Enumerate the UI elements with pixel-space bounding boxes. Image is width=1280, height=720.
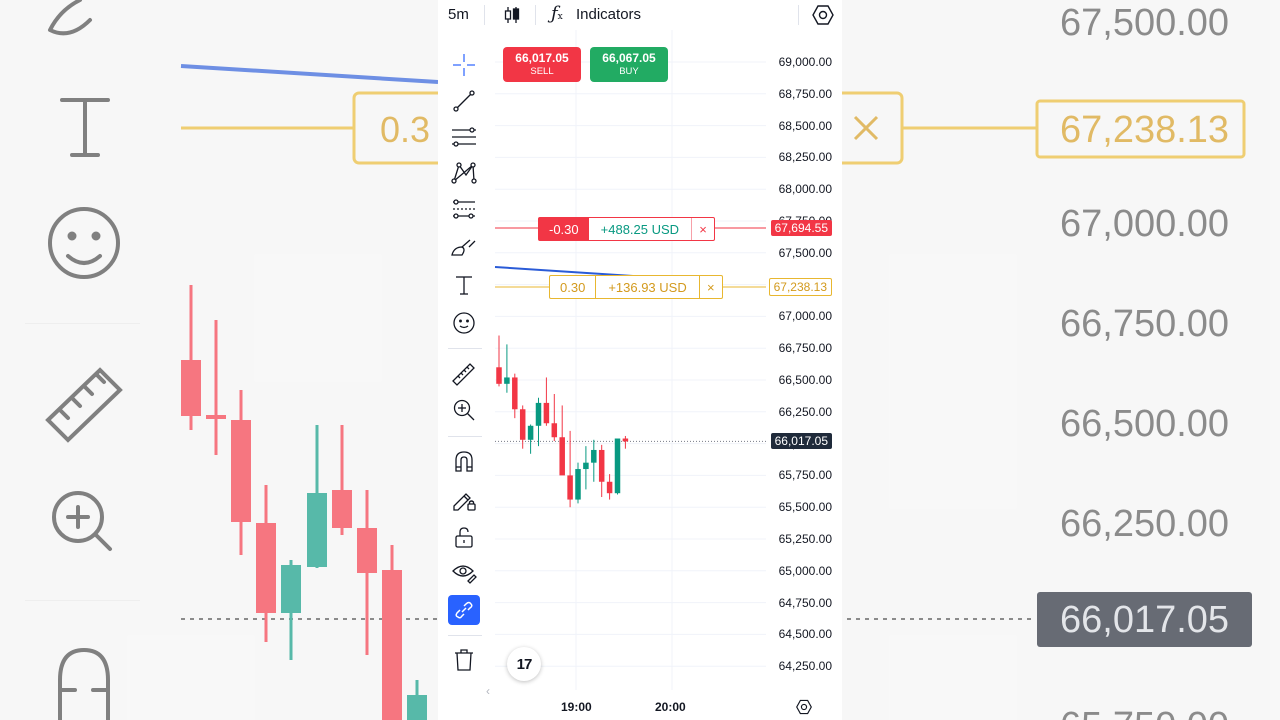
drawing-toolbar xyxy=(438,46,492,686)
position-quantity: -0.30 xyxy=(539,218,589,240)
divider xyxy=(448,348,482,349)
candle-body xyxy=(551,423,558,438)
price-axis-label: 65,250.00 xyxy=(778,532,832,546)
price-axis-label: 68,250.00 xyxy=(778,150,832,165)
crosshair-icon[interactable] xyxy=(448,50,480,80)
candle-body xyxy=(543,402,550,424)
long-position-price-tag: 67,238.13 xyxy=(768,278,832,296)
candle-body xyxy=(583,462,589,470)
axis-settings-icon[interactable] xyxy=(796,699,812,720)
candle-body xyxy=(598,449,605,482)
magnet-icon[interactable] xyxy=(448,446,480,476)
candle-body xyxy=(591,449,597,463)
text-icon[interactable] xyxy=(448,270,480,300)
projection-icon[interactable] xyxy=(448,194,480,224)
candle-body xyxy=(512,377,518,410)
close-icon[interactable]: × xyxy=(692,218,714,240)
price-axis-label: 64,500.00 xyxy=(778,627,832,642)
candle-body xyxy=(567,475,573,500)
candle-body xyxy=(535,402,542,426)
fib-icon[interactable] xyxy=(448,122,480,152)
price-axis-label: 66,750.00 xyxy=(778,341,832,356)
short-position-line[interactable]: -0.30 +488.25 USD × xyxy=(538,217,716,241)
price-axis-label: 64,750.00 xyxy=(778,595,832,610)
brush-icon[interactable] xyxy=(448,232,480,262)
price-axis-label: 68,750.00 xyxy=(778,86,832,101)
link-icon[interactable] xyxy=(448,595,480,625)
long-position-line[interactable]: 0.30 +136.93 USD × xyxy=(549,275,723,299)
candle-body xyxy=(519,409,526,440)
price-axis-label: 66,500.00 xyxy=(778,373,832,387)
close-icon[interactable]: × xyxy=(700,276,722,298)
price-chart[interactable] xyxy=(438,0,842,720)
price-axis-label: 65,750.00 xyxy=(778,468,832,483)
last-price-tag: 66,017.05 xyxy=(770,433,832,449)
price-axis-label: 68,500.00 xyxy=(778,118,832,133)
price-axis-label: 67,500.00 xyxy=(778,245,832,260)
price-axis-label: 69,000.00 xyxy=(778,55,832,69)
trash-icon[interactable] xyxy=(448,645,480,675)
candle-body xyxy=(496,367,502,384)
time-label: 19:00 xyxy=(561,700,592,714)
buy-price: 66,067.05 xyxy=(602,51,656,65)
zoom-in-icon[interactable] xyxy=(448,395,480,425)
price-axis-label: 66,250.00 xyxy=(778,404,832,419)
sell-label: SELL xyxy=(530,66,554,78)
candle-body xyxy=(606,481,613,494)
price-axis-label: 64,250.00 xyxy=(778,659,832,674)
sell-price: 66,017.05 xyxy=(515,51,569,65)
candle-body xyxy=(622,438,629,442)
position-pnl: +136.93 USD xyxy=(596,276,700,298)
ruler-icon[interactable] xyxy=(448,359,480,389)
divider xyxy=(448,436,482,437)
position-quantity: 0.30 xyxy=(550,276,597,298)
position-pnl: +488.25 USD xyxy=(589,218,693,240)
sell-button[interactable]: 66,017.05 SELL xyxy=(503,47,581,82)
price-axis-label: 65,500.00 xyxy=(778,500,832,515)
divider xyxy=(448,635,482,636)
candle-body xyxy=(559,437,565,476)
buy-button[interactable]: 66,067.05 BUY xyxy=(590,47,668,82)
lock-draw-icon[interactable] xyxy=(448,484,480,514)
trading-app: 5m ƒx Indicators 66,017.05 SELL 66,067.0… xyxy=(438,0,842,720)
time-label: 20:00 xyxy=(655,700,686,714)
trend-line-icon[interactable] xyxy=(448,86,480,116)
candle-body xyxy=(504,377,510,384)
unlock-icon[interactable] xyxy=(448,522,480,552)
candle-body xyxy=(527,425,534,440)
eye-icon[interactable] xyxy=(448,558,480,588)
scroll-left-icon[interactable]: ‹ xyxy=(486,684,490,698)
short-position-price-tag: 67,694.55 xyxy=(770,220,832,236)
emoji-icon[interactable] xyxy=(448,308,480,338)
buy-label: BUY xyxy=(619,66,639,78)
candle-body xyxy=(614,438,621,494)
price-axis-label: 68,000.00 xyxy=(778,182,832,197)
tradingview-logo[interactable]: 17 xyxy=(507,647,541,681)
pattern-icon[interactable] xyxy=(448,158,480,188)
candle-body xyxy=(575,469,581,500)
price-axis-label: 65,000.00 xyxy=(778,563,832,578)
price-axis-label: 67,000.00 xyxy=(778,309,832,324)
